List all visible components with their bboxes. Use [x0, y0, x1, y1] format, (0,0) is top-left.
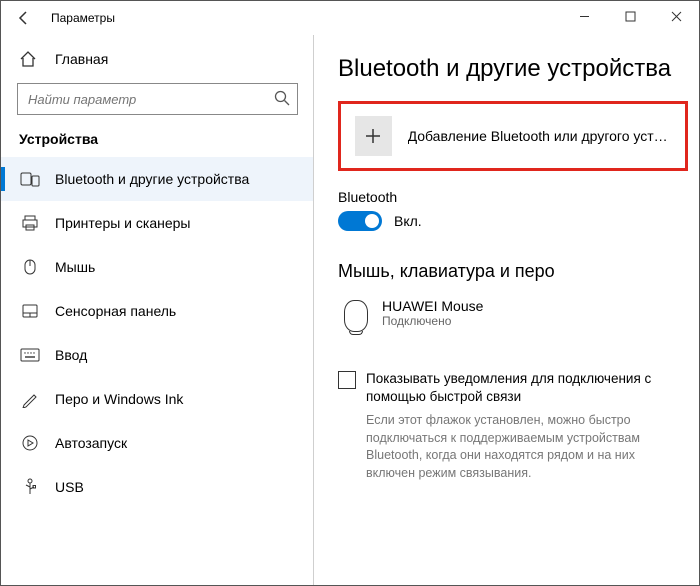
sidebar-item-usb[interactable]: USB	[1, 465, 314, 509]
sidebar-item-typing[interactable]: Ввод	[1, 333, 314, 377]
sidebar-item-label: Перо и Windows Ink	[55, 391, 183, 407]
page-title: Bluetooth и другие устройства	[338, 55, 699, 83]
touchpad-icon	[19, 303, 41, 319]
mouse-icon	[19, 258, 41, 276]
swift-pair-checkbox[interactable]	[338, 371, 356, 389]
maximize-button[interactable]	[607, 1, 653, 31]
bluetooth-toggle-state: Вкл.	[394, 213, 422, 229]
keyboard-icon	[19, 348, 41, 362]
usb-icon	[19, 478, 41, 496]
section-mouse-keyboard-pen: Мышь, клавиатура и перо	[338, 261, 699, 282]
sidebar-item-mouse[interactable]: Мышь	[1, 245, 314, 289]
device-item[interactable]: HUAWEI Mouse Подключено	[338, 294, 699, 352]
add-device-label: Добавление Bluetooth или другого устройс…	[408, 128, 671, 144]
search-box[interactable]	[17, 83, 298, 115]
sidebar-item-touchpad[interactable]: Сенсорная панель	[1, 289, 314, 333]
autoplay-icon	[19, 434, 41, 452]
sidebar-item-printers[interactable]: Принтеры и сканеры	[1, 201, 314, 245]
sidebar-item-autoplay[interactable]: Автозапуск	[1, 421, 314, 465]
titlebar: Параметры	[1, 1, 699, 35]
bluetooth-toggle[interactable]	[338, 211, 382, 231]
settings-window: Параметры Главная Устройства	[0, 0, 700, 586]
search-icon	[274, 90, 290, 106]
device-status: Подключено	[382, 314, 483, 328]
home-label: Главная	[55, 51, 108, 67]
close-button[interactable]	[653, 1, 699, 31]
sidebar-item-label: Автозапуск	[55, 435, 127, 451]
sidebar-item-label: USB	[55, 479, 84, 495]
back-button[interactable]	[11, 5, 37, 31]
device-name: HUAWEI Mouse	[382, 298, 483, 314]
sidebar-item-label: Ввод	[55, 347, 87, 363]
home-link[interactable]: Главная	[1, 39, 314, 79]
sidebar-item-bluetooth-devices[interactable]: Bluetooth и другие устройства	[1, 157, 314, 201]
printer-icon	[19, 214, 41, 232]
sidebar-item-label: Сенсорная панель	[55, 303, 176, 319]
add-device-button[interactable]: Добавление Bluetooth или другого устройс…	[338, 101, 688, 171]
mouse-device-icon	[344, 300, 368, 332]
swift-pair-checkbox-label: Показывать уведомления для подключения с…	[366, 370, 679, 406]
home-icon	[19, 50, 41, 68]
bluetooth-section-label: Bluetooth	[338, 189, 699, 205]
sidebar-item-label: Bluetooth и другие устройства	[55, 171, 249, 187]
sidebar-item-label: Принтеры и сканеры	[55, 215, 190, 231]
sidebar-category: Устройства	[1, 125, 314, 157]
minimize-button[interactable]	[561, 1, 607, 31]
sidebar-item-label: Мышь	[55, 259, 95, 275]
swift-pair-description: Если этот флажок установлен, можно быстр…	[338, 412, 699, 482]
sidebar: Главная Устройства Bluetooth и другие ус…	[1, 35, 314, 585]
bluetooth-devices-icon	[19, 170, 41, 188]
sidebar-item-pen[interactable]: Перо и Windows Ink	[1, 377, 314, 421]
pen-icon	[19, 390, 41, 408]
content-pane: Bluetooth и другие устройства Добавление…	[314, 35, 699, 585]
search-input[interactable]	[17, 83, 298, 115]
plus-icon	[355, 116, 392, 156]
window-title: Параметры	[51, 11, 115, 25]
